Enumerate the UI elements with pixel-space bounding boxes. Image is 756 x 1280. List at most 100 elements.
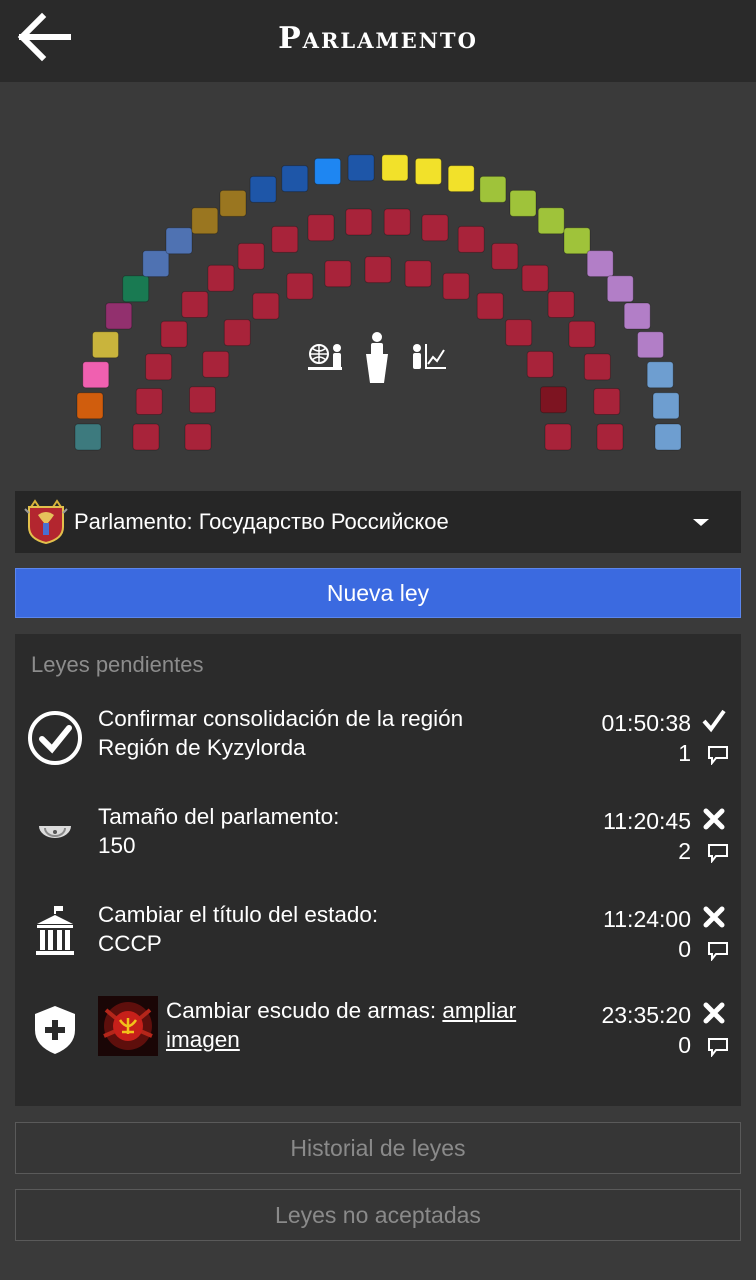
law-item[interactable]: Cambiar escudo de armas: ampliar imagen … <box>15 996 741 1086</box>
parliament-seat[interactable] <box>271 225 299 253</box>
parliament-seat[interactable] <box>184 423 212 451</box>
parliament-seat[interactable] <box>586 250 614 278</box>
comment-count: 2 <box>678 838 691 864</box>
parliament-seat[interactable] <box>563 227 591 255</box>
parliament-seat[interactable] <box>568 320 596 348</box>
economy-chart-icon[interactable] <box>413 344 446 369</box>
law-timer: 11:20:45 <box>603 808 691 834</box>
parliament-seat[interactable] <box>521 264 549 292</box>
parliament-seat[interactable] <box>526 350 554 378</box>
parliament-seat[interactable] <box>165 227 193 255</box>
coat-of-arms-icon <box>24 499 68 545</box>
parliament-seat[interactable] <box>252 292 280 320</box>
comment-icon[interactable] <box>707 843 729 863</box>
parliament-seat[interactable] <box>207 264 235 292</box>
government-building-icon <box>36 906 74 955</box>
parliament-seat[interactable] <box>181 291 209 318</box>
parliament-seat[interactable] <box>74 423 102 451</box>
page-title: Parlamento <box>278 21 478 56</box>
parliament-seat[interactable] <box>202 350 230 378</box>
parliament-hemicycle <box>74 154 682 451</box>
parliament-seat[interactable] <box>189 386 216 414</box>
law-text: Cambiar el título del estado: СССР <box>98 900 568 958</box>
parliament-seat[interactable] <box>364 256 392 284</box>
parliament-seat[interactable] <box>606 275 634 303</box>
parliament-seat[interactable] <box>92 331 119 359</box>
law-detail: СССР <box>98 931 162 956</box>
parliament-seat[interactable] <box>583 353 611 381</box>
cross-mark-icon <box>703 1002 725 1024</box>
parliament-seat[interactable] <box>324 260 352 288</box>
parliament-seat[interactable] <box>491 242 519 270</box>
parliament-seat[interactable] <box>646 361 674 389</box>
caret-down-icon <box>693 519 709 526</box>
parliament-seat[interactable] <box>457 225 485 253</box>
parliament-seat[interactable] <box>509 189 537 217</box>
parliament-seat[interactable] <box>544 423 572 451</box>
parliament-seat[interactable] <box>281 165 309 193</box>
law-detail: Región de Kyzylorda <box>98 735 306 760</box>
parliament-seat[interactable] <box>160 320 188 348</box>
parliament-dropdown[interactable]: Parlamento: Государство Российское <box>15 491 741 553</box>
parliament-seat[interactable] <box>307 214 335 242</box>
parliament-seat[interactable] <box>249 175 277 203</box>
parliament-seat[interactable] <box>237 242 265 270</box>
pending-laws-title: Leyes pendientes <box>31 652 204 677</box>
comment-icon[interactable] <box>707 745 729 765</box>
new-law-button[interactable]: Nueva ley <box>15 568 741 618</box>
law-item[interactable]: Cambiar el título del estado: СССР 11:24… <box>15 900 741 990</box>
parliament-seat[interactable] <box>219 189 247 217</box>
law-title: Cambiar escudo de armas: <box>166 998 437 1023</box>
seat-layer <box>74 154 682 451</box>
parliament-seat[interactable] <box>122 275 150 303</box>
shield-plus-icon <box>35 1006 75 1054</box>
parliament-seat[interactable] <box>447 165 475 193</box>
parliament-seat[interactable] <box>540 386 567 414</box>
parliament-dropdown-label: Parlamento: Государство Российское <box>74 509 449 534</box>
comment-icon[interactable] <box>707 941 729 961</box>
parliament-seat[interactable] <box>593 388 621 415</box>
comment-icon[interactable] <box>707 1037 729 1057</box>
parliament-seat[interactable] <box>286 272 314 300</box>
comment-count: 0 <box>678 936 691 962</box>
comment-count: 1 <box>678 740 691 766</box>
comment-count: 0 <box>678 1032 691 1058</box>
globe-advisor-icon[interactable] <box>308 344 342 370</box>
parliament-seat[interactable] <box>142 250 170 278</box>
parliament-seat[interactable] <box>414 157 442 185</box>
parliament-seat[interactable] <box>314 157 342 185</box>
parliament-seat[interactable] <box>479 175 507 203</box>
parliament-seat[interactable] <box>347 154 375 182</box>
parliament-seat[interactable] <box>537 207 565 235</box>
parliament-seat[interactable] <box>76 392 104 420</box>
parliament-seat[interactable] <box>505 319 533 347</box>
parliament-seat[interactable] <box>135 388 163 415</box>
law-timer: 01:50:38 <box>601 710 691 736</box>
parliament-seat[interactable] <box>345 208 373 236</box>
parliament-seat[interactable] <box>404 260 432 288</box>
law-item[interactable]: Confirmar consolidación de la región Reg… <box>15 704 741 794</box>
parliament-seat[interactable] <box>145 353 173 381</box>
parliament-seat[interactable] <box>637 331 664 359</box>
law-history-button[interactable]: Historial de leyes <box>15 1122 741 1174</box>
parliament-seat[interactable] <box>654 423 682 451</box>
parliament-seat[interactable] <box>421 214 449 242</box>
parliament-seat[interactable] <box>381 154 409 182</box>
podium-speaker-icon[interactable] <box>366 332 388 383</box>
parliament-seat[interactable] <box>191 207 219 235</box>
parliament-seat[interactable] <box>105 302 133 330</box>
law-detail: 150 <box>98 833 136 858</box>
law-item[interactable]: Tamaño del parlamento: 150 11:20:45 2 <box>15 802 741 892</box>
parliament-seat[interactable] <box>223 319 251 347</box>
parliament-seat[interactable] <box>652 392 680 420</box>
parliament-seat[interactable] <box>132 423 160 451</box>
parliament-seat[interactable] <box>623 302 651 330</box>
parliament-seat[interactable] <box>596 423 624 451</box>
parliament-seat[interactable] <box>442 272 470 300</box>
coat-of-arms-preview-image[interactable] <box>98 996 158 1056</box>
parliament-seat[interactable] <box>547 291 575 318</box>
parliament-seat[interactable] <box>82 361 110 389</box>
parliament-seat[interactable] <box>476 292 504 320</box>
parliament-seat[interactable] <box>383 208 411 236</box>
rejected-laws-button[interactable]: Leyes no aceptadas <box>15 1189 741 1241</box>
